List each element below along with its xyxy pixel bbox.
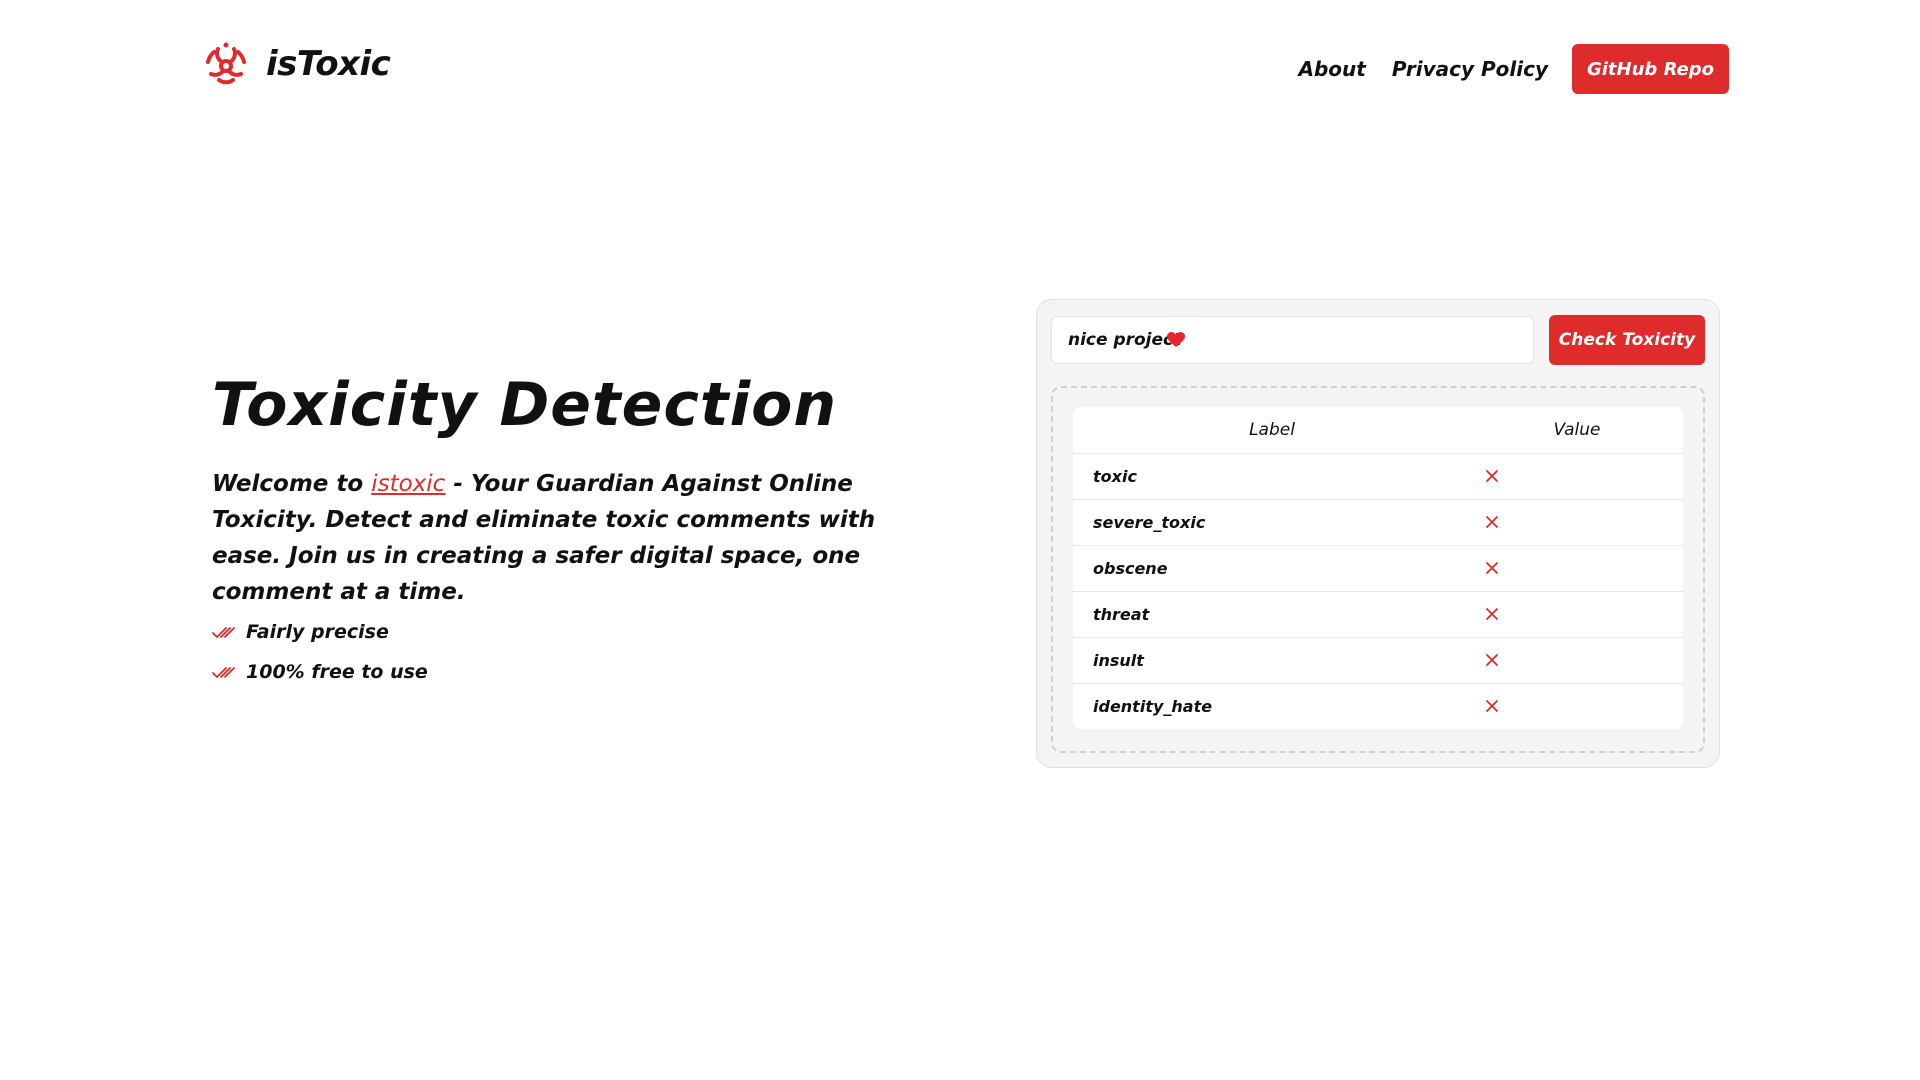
table-row: insult <box>1073 637 1683 684</box>
row-label: insult <box>1073 637 1471 684</box>
hero-description: Welcome to istoxic - Your Guardian Again… <box>212 466 912 610</box>
row-label: severe_toxic <box>1073 499 1471 546</box>
column-header-label: Label <box>1073 407 1471 454</box>
table-header-row: Label Value <box>1073 407 1683 454</box>
double-check-icon <box>212 667 235 678</box>
feature-list: Fairly precise 100% free to use <box>212 612 428 692</box>
feature-item: 100% free to use <box>212 652 428 692</box>
row-value <box>1471 683 1683 729</box>
row-value <box>1471 637 1683 684</box>
row-label: obscene <box>1073 545 1471 592</box>
table-row: identity_hate <box>1073 683 1683 729</box>
brand-logo-link[interactable]: isToxic <box>202 40 391 88</box>
table-row: threat <box>1073 591 1683 638</box>
heart-icon <box>1167 332 1185 347</box>
results-container: Label Value toxic severe_toxic obscene t… <box>1051 386 1705 753</box>
istoxic-link[interactable]: istoxic <box>371 471 445 497</box>
row-value <box>1471 545 1683 592</box>
feature-label: Fairly precise <box>246 621 389 643</box>
double-check-icon <box>212 627 235 638</box>
x-icon <box>1486 608 1498 620</box>
table-row: obscene <box>1073 545 1683 592</box>
github-repo-button[interactable]: GitHub Repo <box>1572 44 1729 94</box>
x-icon <box>1486 700 1498 713</box>
brand-name: isToxic <box>266 44 391 84</box>
x-icon <box>1486 654 1498 666</box>
column-header-value: Value <box>1471 407 1683 454</box>
row-label: threat <box>1073 591 1471 638</box>
row-value <box>1471 499 1683 546</box>
row-label: identity_hate <box>1093 696 1213 716</box>
nav-link-privacy-policy[interactable]: Privacy Policy <box>1392 57 1548 81</box>
x-icon <box>1486 516 1498 528</box>
table-row: toxic <box>1073 453 1683 500</box>
page-title: Toxicity Detection <box>212 370 838 440</box>
row-value <box>1471 591 1683 638</box>
x-icon <box>1486 470 1498 482</box>
hero-description-prefix: Welcome to <box>212 471 372 497</box>
feature-label: 100% free to use <box>246 661 428 683</box>
row-label: toxic <box>1073 453 1471 500</box>
navbar: isToxic About Privacy Policy GitHub Repo <box>0 0 1920 140</box>
check-toxicity-button[interactable]: Check Toxicity <box>1549 315 1705 365</box>
row-value <box>1471 453 1683 500</box>
toxicity-checker-card: Check Toxicity Label Value toxic severe_… <box>1036 299 1720 768</box>
table-row: severe_toxic <box>1073 499 1683 546</box>
results-table: Label Value toxic severe_toxic obscene t… <box>1073 407 1683 729</box>
nav-links: About Privacy Policy GitHub Repo <box>1299 44 1729 94</box>
comment-input[interactable] <box>1051 316 1534 364</box>
feature-item: Fairly precise <box>212 612 428 652</box>
x-icon <box>1486 562 1498 574</box>
nav-link-about[interactable]: About <box>1299 57 1366 81</box>
biohazard-icon <box>206 42 246 85</box>
